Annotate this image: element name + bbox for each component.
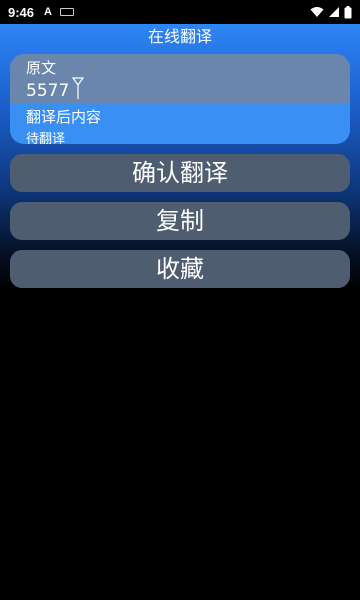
confirm-translate-button[interactable]: 确认翻译: [10, 154, 350, 192]
translated-text-label: 翻译后内容: [26, 108, 102, 126]
original-text-label: 原文: [26, 59, 57, 77]
battery-icon: [344, 5, 352, 18]
favorite-button[interactable]: 收藏: [10, 250, 350, 288]
text-cursor-handle-icon[interactable]: [72, 76, 84, 100]
status-bar: 9:46 A: [0, 0, 360, 24]
original-text-input[interactable]: [24, 80, 324, 102]
keyboard-icon: [59, 8, 74, 16]
android-a-icon: A: [44, 6, 52, 18]
app-title: 在线翻译: [147, 27, 212, 46]
wifi-icon: [310, 7, 324, 17]
signal-icon: [329, 7, 339, 17]
status-time: 9:46: [8, 4, 35, 20]
status-icons: [310, 5, 352, 19]
translation-card: 原文 翻译后内容 待翻译: [10, 54, 350, 144]
copy-button[interactable]: 复制: [10, 202, 350, 240]
translated-text-value: 待翻译: [26, 132, 66, 144]
